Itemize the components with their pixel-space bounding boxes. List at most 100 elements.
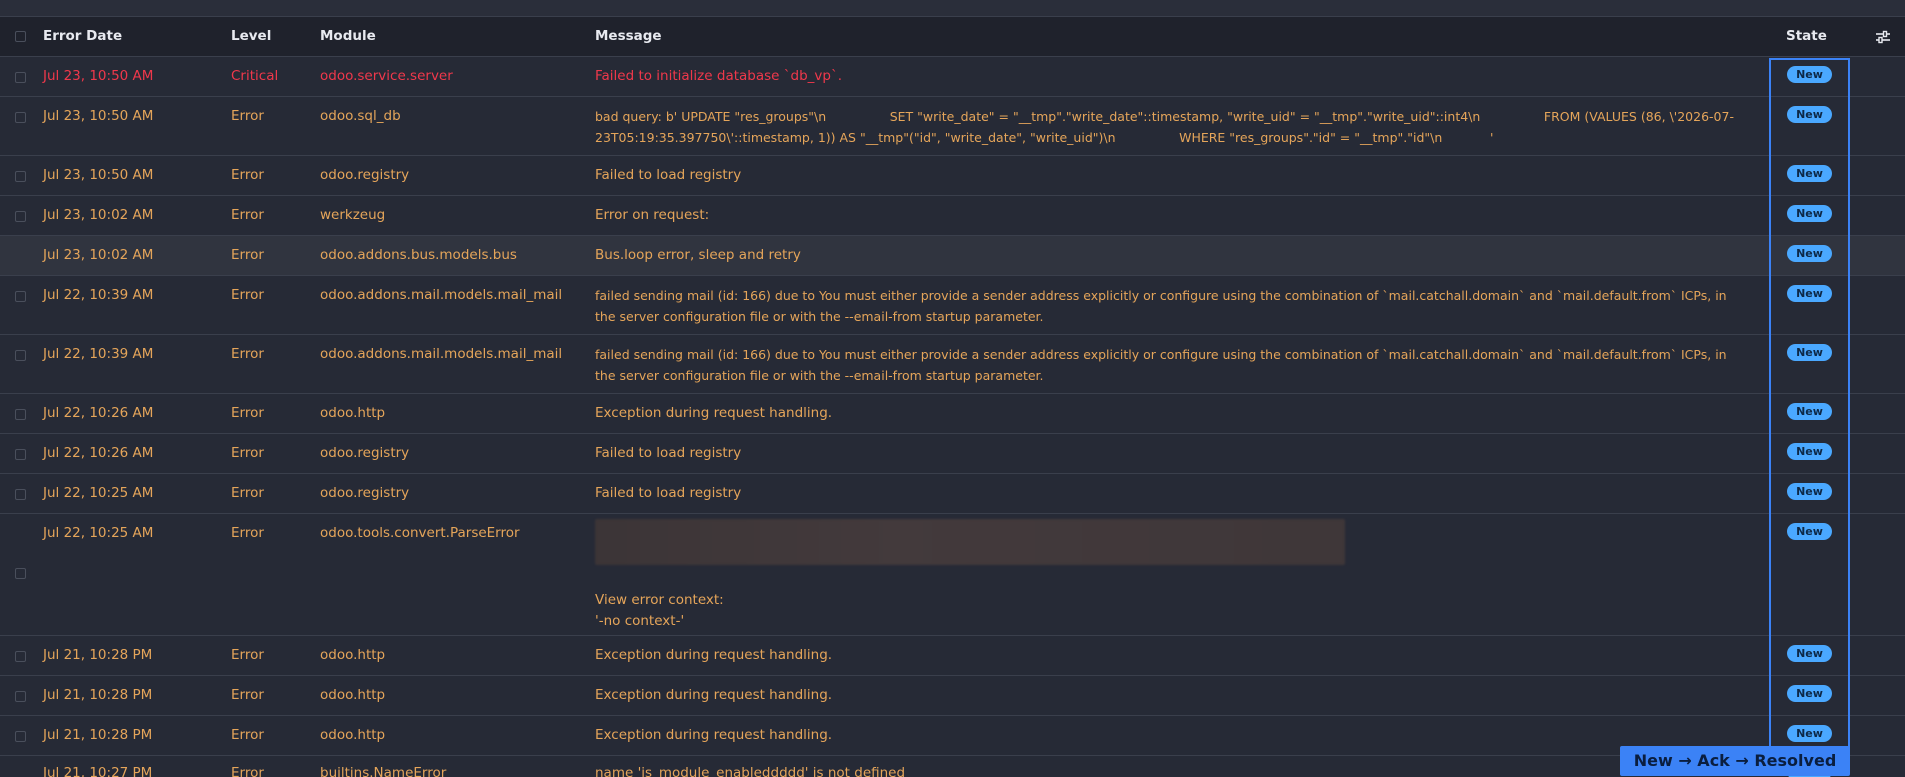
row-module: odoo.addons.bus.models.bus bbox=[320, 247, 517, 263]
row-checkbox[interactable] bbox=[15, 211, 26, 222]
table-row[interactable]: Jul 21, 10:28 PM Error odoo.http Excepti… bbox=[0, 636, 1905, 676]
row-checkbox[interactable] bbox=[15, 489, 26, 500]
row-checkbox[interactable] bbox=[15, 72, 26, 83]
row-message: Exception during request handling. bbox=[595, 687, 833, 703]
row-error-date: Jul 22, 10:26 AM bbox=[43, 405, 154, 421]
table-row[interactable]: Jul 22, 10:39 AM Error odoo.addons.mail.… bbox=[0, 276, 1905, 335]
row-error-date: Jul 23, 10:50 AM bbox=[43, 68, 154, 84]
row-error-date: Jul 21, 10:28 PM bbox=[43, 687, 153, 703]
state-badge[interactable]: New bbox=[1787, 106, 1832, 123]
row-error-date: Jul 21, 10:27 PM bbox=[43, 765, 153, 777]
state-badge[interactable]: New bbox=[1787, 165, 1832, 182]
row-error-date: Jul 22, 10:25 AM bbox=[43, 525, 154, 541]
table-row[interactable]: Jul 22, 10:26 AM Error odoo.http Excepti… bbox=[0, 394, 1905, 434]
row-level: Error bbox=[231, 765, 264, 777]
row-checkbox[interactable] bbox=[15, 731, 26, 742]
row-checkbox[interactable] bbox=[15, 350, 26, 361]
state-badge[interactable]: New bbox=[1787, 344, 1832, 361]
row-level: Error bbox=[231, 727, 264, 743]
row-message: failed sending mail (id: 166) due to You… bbox=[595, 288, 1731, 324]
row-error-date: Jul 22, 10:39 AM bbox=[43, 287, 154, 303]
row-message: Failed to initialize database `db_vp`. bbox=[595, 68, 842, 84]
row-module: odoo.http bbox=[320, 727, 386, 743]
row-module: odoo.tools.convert.ParseError bbox=[320, 525, 520, 541]
row-checkbox[interactable] bbox=[15, 651, 26, 662]
state-badge[interactable]: New bbox=[1787, 645, 1832, 662]
row-level: Error bbox=[231, 287, 264, 303]
row-checkbox[interactable] bbox=[15, 112, 26, 123]
table-row[interactable]: Jul 23, 10:50 AM Error odoo.registry Fai… bbox=[0, 156, 1905, 196]
table-row[interactable]: Jul 21, 10:28 PM Error odoo.http Excepti… bbox=[0, 676, 1905, 716]
row-checkbox[interactable] bbox=[15, 409, 26, 420]
top-strip bbox=[0, 0, 1905, 17]
state-badge[interactable]: New bbox=[1787, 443, 1832, 460]
sliders-icon[interactable] bbox=[1874, 28, 1892, 46]
table-row[interactable]: Jul 22, 10:39 AM Error odoo.addons.mail.… bbox=[0, 335, 1905, 394]
row-message: Bus.loop error, sleep and retry bbox=[595, 247, 801, 263]
row-level: Error bbox=[231, 445, 264, 461]
state-badge[interactable]: New bbox=[1787, 66, 1832, 83]
row-module: odoo.registry bbox=[320, 485, 410, 501]
table-row[interactable]: Jul 23, 10:02 AM Error werkzeug Error on… bbox=[0, 196, 1905, 236]
select-all-checkbox[interactable] bbox=[15, 31, 26, 42]
row-error-date: Jul 21, 10:28 PM bbox=[43, 647, 153, 663]
row-message: Exception during request handling. bbox=[595, 647, 833, 663]
row-message: failed sending mail (id: 166) due to You… bbox=[595, 347, 1731, 383]
row-error-date: Jul 22, 10:26 AM bbox=[43, 445, 154, 461]
header-module[interactable]: Module bbox=[320, 17, 376, 56]
header-state[interactable]: State bbox=[1786, 17, 1827, 56]
row-level: Error bbox=[231, 207, 264, 223]
row-message: name 'is_module_enableddddd' is not defi… bbox=[595, 765, 906, 777]
row-module: odoo.service.server bbox=[320, 68, 453, 84]
row-error-date: Jul 23, 10:02 AM bbox=[43, 247, 154, 263]
row-error-date: Jul 22, 10:39 AM bbox=[43, 346, 154, 362]
table-row[interactable]: Jul 23, 10:02 AM Error odoo.addons.bus.m… bbox=[0, 236, 1905, 276]
row-module: odoo.http bbox=[320, 405, 386, 421]
row-error-date: Jul 23, 10:50 AM bbox=[43, 167, 154, 183]
row-level: Error bbox=[231, 405, 264, 421]
row-level: Error bbox=[231, 346, 264, 362]
header-level[interactable]: Level bbox=[231, 17, 271, 56]
row-message: Failed to load registry bbox=[595, 167, 742, 183]
row-module: odoo.addons.mail.models.mail_mail bbox=[320, 346, 563, 362]
header-message[interactable]: Message bbox=[595, 17, 662, 56]
table-row[interactable]: Jul 23, 10:50 AM Error odoo.sql_db bad q… bbox=[0, 97, 1905, 156]
state-badge[interactable]: New bbox=[1787, 205, 1832, 222]
row-message: Error on request: bbox=[595, 207, 710, 223]
state-badge[interactable]: New bbox=[1787, 523, 1832, 540]
table-row[interactable]: Jul 22, 10:25 AM Error odoo.registry Fai… bbox=[0, 474, 1905, 514]
row-module: odoo.http bbox=[320, 647, 386, 663]
row-level: Critical bbox=[231, 68, 279, 84]
row-checkbox[interactable] bbox=[15, 691, 26, 702]
state-badge[interactable]: New bbox=[1787, 245, 1832, 262]
row-error-date: Jul 23, 10:50 AM bbox=[43, 108, 154, 124]
row-level: Error bbox=[231, 525, 264, 541]
state-badge[interactable]: New bbox=[1787, 285, 1832, 302]
row-level: Error bbox=[231, 108, 264, 124]
table-row[interactable]: Jul 23, 10:50 AM Critical odoo.service.s… bbox=[0, 57, 1905, 97]
state-flow-callout: New → Ack → Resolved bbox=[1620, 746, 1850, 776]
state-badge[interactable]: New bbox=[1787, 483, 1832, 500]
row-message: Failed to load registry bbox=[595, 485, 742, 501]
table-row[interactable]: Jul 22, 10:26 AM Error odoo.registry Fai… bbox=[0, 434, 1905, 474]
row-error-date: Jul 23, 10:02 AM bbox=[43, 207, 154, 223]
row-checkbox[interactable] bbox=[15, 449, 26, 460]
row-error-date: Jul 21, 10:28 PM bbox=[43, 727, 153, 743]
state-badge[interactable]: New bbox=[1787, 725, 1832, 742]
table-row[interactable]: Jul 22, 10:25 AM Error odoo.tools.conver… bbox=[0, 514, 1905, 636]
row-checkbox[interactable] bbox=[15, 291, 26, 302]
row-message: Exception during request handling. bbox=[595, 727, 833, 743]
row-error-date: Jul 22, 10:25 AM bbox=[43, 485, 154, 501]
error-context-value: '-no context-' bbox=[595, 613, 685, 629]
state-badge[interactable]: New bbox=[1787, 685, 1832, 702]
row-checkbox[interactable] bbox=[15, 171, 26, 182]
row-message: bad query: b' UPDATE "res_groups"\n SET … bbox=[595, 109, 1734, 145]
header-error-date[interactable]: Error Date bbox=[43, 17, 122, 56]
row-module: odoo.sql_db bbox=[320, 108, 401, 124]
row-checkbox[interactable] bbox=[15, 568, 26, 579]
state-badge[interactable]: New bbox=[1787, 403, 1832, 420]
row-module: odoo.addons.mail.models.mail_mail bbox=[320, 287, 563, 303]
row-message: Exception during request handling. bbox=[595, 405, 833, 421]
error-context-label: View error context: bbox=[595, 592, 724, 608]
row-module: odoo.http bbox=[320, 687, 386, 703]
